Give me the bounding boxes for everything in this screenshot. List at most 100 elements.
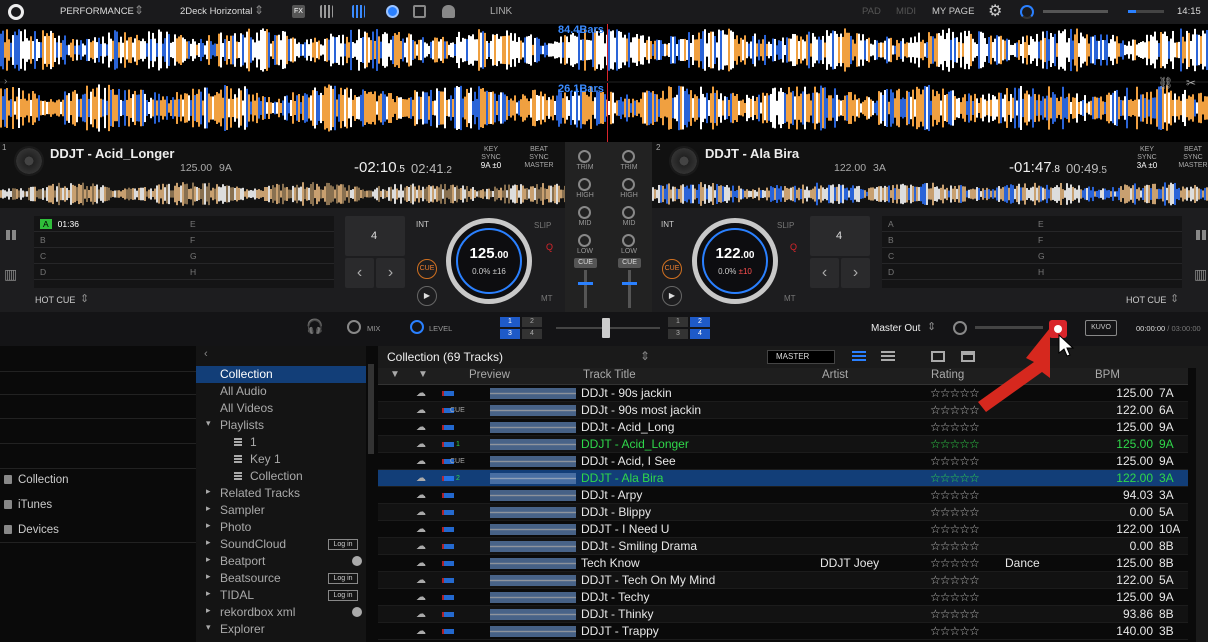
tree-item[interactable]: ▸ Sampler: [196, 502, 366, 519]
table-row[interactable]: ☁ DDJt - Acid_Long ☆☆☆☆☆ 125.00 9A: [378, 419, 1188, 436]
hotcue-pad-b[interactable]: B: [34, 232, 184, 248]
sync-icon[interactable]: [352, 556, 362, 566]
track-rating[interactable]: ☆☆☆☆☆: [930, 555, 979, 572]
track-rating[interactable]: ☆☆☆☆☆: [930, 538, 979, 555]
track-rating[interactable]: ☆☆☆☆☆: [930, 470, 979, 487]
deck2-beat-sync[interactable]: BEAT SYNC MASTER: [1178, 146, 1208, 170]
hotcue-pad-b[interactable]: B: [882, 232, 1032, 248]
pad-button[interactable]: PAD: [862, 6, 881, 17]
track-preview[interactable]: [490, 558, 576, 569]
midi-button[interactable]: MIDI: [896, 6, 916, 17]
deck2-overview-waveform[interactable]: [652, 178, 1208, 208]
fx-assign-button[interactable]: 2: [522, 317, 542, 327]
ch2-fader-track[interactable]: [622, 270, 637, 308]
hotcue-pad-g[interactable]: G: [184, 248, 334, 264]
cloud-icon[interactable]: ☁: [416, 436, 426, 453]
cloud-icon[interactable]: ☁: [416, 487, 426, 504]
tree-item[interactable]: Collection: [196, 366, 366, 383]
mix-knob[interactable]: [347, 320, 361, 334]
deck2-play-button[interactable]: ▶: [662, 286, 682, 306]
table-row[interactable]: ☁ DDJt - Blippy ☆☆☆☆☆ 0.00 5A: [378, 504, 1188, 521]
my-page-button[interactable]: MY PAGE: [932, 6, 974, 17]
login-badge[interactable]: Log in: [328, 539, 358, 550]
cloud-icon[interactable]: ☁: [416, 538, 426, 555]
cloud-icon[interactable]: ☁: [416, 402, 426, 419]
cloud-icon[interactable]: ☁: [416, 453, 426, 470]
track-rating[interactable]: ☆☆☆☆☆: [930, 606, 979, 623]
deck2-beatjump-back[interactable]: ‹: [810, 258, 839, 288]
vinyl-mode-icon[interactable]: ▥: [4, 266, 17, 283]
chevron-right-icon[interactable]: ▸: [206, 537, 211, 548]
deck2-hotcue-label[interactable]: HOT CUE: [1126, 295, 1166, 305]
track-preview[interactable]: [490, 490, 576, 501]
layout-selector[interactable]: 2Deck Horizontal: [180, 6, 252, 17]
hotcue-pad-f[interactable]: F: [184, 232, 334, 248]
leftnav-itunes[interactable]: iTunes: [18, 499, 52, 511]
ch1-mid-knob[interactable]: [578, 206, 591, 219]
tree-item[interactable]: 1: [196, 434, 366, 451]
chevron-down-icon[interactable]: ▾: [206, 418, 211, 429]
track-rating[interactable]: ☆☆☆☆☆: [930, 453, 979, 470]
gear-icon[interactable]: ⚙: [988, 1, 1002, 21]
volume-bar[interactable]: [1128, 10, 1164, 13]
col-rating[interactable]: Rating: [931, 369, 964, 381]
track-rating[interactable]: ☆☆☆☆☆: [930, 504, 979, 521]
deck1-beatjump-back[interactable]: ‹: [345, 258, 374, 288]
chevron-down-icon[interactable]: ▾: [206, 622, 211, 633]
col-bpm[interactable]: BPM: [1095, 369, 1120, 381]
deck2-beatjump-fwd[interactable]: ›: [841, 258, 870, 288]
hotcue-pad-h[interactable]: H: [184, 264, 334, 280]
leftnav-devices[interactable]: Devices: [18, 524, 59, 536]
ch1-cue-button[interactable]: CUE: [574, 258, 597, 268]
cloud-icon[interactable]: ☁: [416, 572, 426, 589]
track-preview[interactable]: [490, 524, 576, 535]
link-icon[interactable]: ⛓: [1158, 76, 1173, 90]
tree-item[interactable]: ▸ rekordbox xml: [196, 604, 366, 621]
rekordbox-logo-icon[interactable]: [8, 4, 24, 20]
kuvo-button[interactable]: KUVO: [1085, 320, 1117, 336]
chevron-left-icon[interactable]: ‹: [204, 348, 208, 360]
level-knob[interactable]: [410, 320, 424, 334]
hotcue-pad-d[interactable]: D: [34, 264, 184, 280]
track-preview[interactable]: [490, 388, 576, 399]
scissors-icon[interactable]: ✂: [1186, 76, 1196, 90]
table-row[interactable]: ☁ 1 DDJT - Acid_Longer ☆☆☆☆☆ 125.00 9A: [378, 436, 1188, 453]
cloud-icon[interactable]: ☁: [416, 419, 426, 436]
ch2-high-knob[interactable]: [622, 178, 635, 191]
tree-scrollbar[interactable]: [368, 364, 374, 454]
chevron-right-icon[interactable]: ▸: [206, 554, 211, 565]
tree-item[interactable]: Collection: [196, 468, 366, 485]
deck1-quantize-label[interactable]: Q: [546, 242, 553, 252]
track-rating[interactable]: ☆☆☆☆☆: [930, 623, 979, 640]
fx-assign-button[interactable]: 1: [500, 317, 520, 327]
hotcue-pad-c[interactable]: C: [882, 248, 1032, 264]
deck1-hotcue-label[interactable]: HOT CUE: [35, 295, 75, 305]
track-preview[interactable]: [490, 575, 576, 586]
chevron-updown-icon[interactable]: ⇕: [1170, 292, 1179, 305]
deck2-key-sync[interactable]: KEY SYNC 3A ±0: [1132, 146, 1162, 170]
hotcue-pad-g[interactable]: G: [1032, 248, 1182, 264]
lighting-icon[interactable]: [442, 5, 455, 18]
col-track-title[interactable]: Track Title: [583, 369, 636, 381]
chevron-updown-icon[interactable]: ⇕: [134, 3, 144, 17]
hotcue-pad-e[interactable]: E: [1032, 216, 1182, 232]
deck1-cue-button[interactable]: CUE: [417, 259, 437, 279]
tree-item[interactable]: ▸ SoundCloud Log in: [196, 536, 366, 553]
deck2-slip-label[interactable]: SLIP: [777, 221, 794, 230]
deck1-beat-loop[interactable]: 4: [345, 216, 405, 256]
table-row[interactable]: ☁ DDJt - Thinky ☆☆☆☆☆ 93.86 8B: [378, 606, 1188, 623]
cloud-icon[interactable]: ☁: [416, 555, 426, 572]
deck2-beat-loop[interactable]: 4: [810, 216, 870, 256]
table-row[interactable]: ☁ 2 DDJT - Ala Bira ☆☆☆☆☆ 122.00 3A: [378, 470, 1188, 487]
table-row[interactable]: ☁ DDJt - Arpy ☆☆☆☆☆ 94.03 3A: [378, 487, 1188, 504]
record-circle-icon[interactable]: [386, 5, 399, 18]
tree-item[interactable]: ▾ Playlists: [196, 417, 366, 434]
login-badge[interactable]: Log in: [328, 590, 358, 601]
fx-assign-button[interactable]: 2: [690, 317, 710, 327]
table-row[interactable]: ☁ DDJT - Tech On My Mind ☆☆☆☆☆ 122.00 5A: [378, 572, 1188, 589]
table-row[interactable]: ☁ CUE DDJt - Acid, I See ☆☆☆☆☆ 125.00 9A: [378, 453, 1188, 470]
tree-item[interactable]: ▸ Beatsource Log in: [196, 570, 366, 587]
chevron-right-icon[interactable]: ▸: [206, 605, 211, 616]
chevron-right-icon[interactable]: ▸: [206, 571, 211, 582]
deck1-int-label[interactable]: INT: [416, 220, 429, 229]
